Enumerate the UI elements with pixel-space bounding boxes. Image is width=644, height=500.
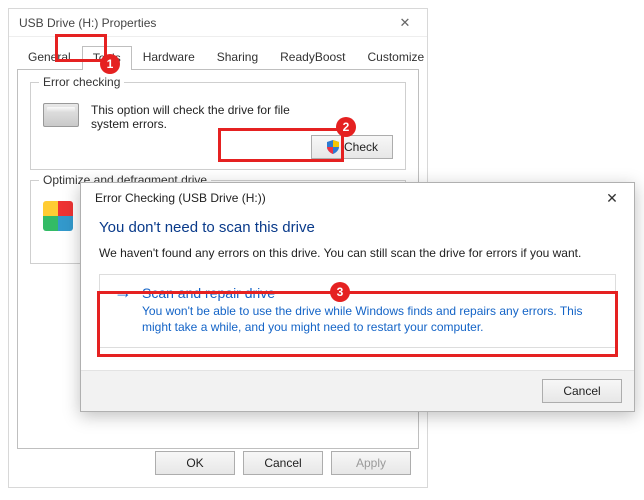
close-button[interactable]: ✕ [389, 11, 421, 35]
tabs-row: General Tools Hardware Sharing ReadyBoos… [9, 37, 427, 69]
apply-button[interactable]: Apply [331, 451, 411, 475]
window-title: USB Drive (H:) Properties [19, 16, 156, 30]
error-checking-group: Error checking This option will check th… [30, 82, 406, 170]
check-button-label: Check [344, 140, 378, 154]
dialog-heading: You don't need to scan this drive [99, 219, 616, 236]
error-checking-dialog: Error Checking (USB Drive (H:)) ✕ You do… [80, 182, 635, 412]
dialog-titlebar: Error Checking (USB Drive (H:)) ✕ [81, 183, 634, 213]
properties-buttons: OK Cancel Apply [155, 451, 411, 475]
drive-icon [43, 103, 79, 127]
tab-hardware[interactable]: Hardware [132, 45, 206, 69]
defrag-icon [43, 201, 73, 231]
scan-repair-row[interactable]: → Scan and repair drive You won't be abl… [99, 274, 616, 348]
dialog-body: You don't need to scan this drive We hav… [81, 213, 634, 370]
dialog-footer: Cancel [81, 370, 634, 411]
check-button[interactable]: Check [311, 135, 393, 159]
properties-titlebar: USB Drive (H:) Properties ✕ [9, 9, 427, 37]
scan-description: You won't be able to use the drive while… [142, 303, 603, 335]
dialog-title: Error Checking (USB Drive (H:)) [95, 191, 266, 205]
scan-texts: Scan and repair drive You won't be able … [142, 285, 603, 335]
tab-readyboost[interactable]: ReadyBoost [269, 45, 356, 69]
error-checking-description: This option will check the drive for fil… [91, 103, 291, 131]
scan-title: Scan and repair drive [142, 285, 603, 301]
ok-button[interactable]: OK [155, 451, 235, 475]
dialog-cancel-button[interactable]: Cancel [542, 379, 622, 403]
shield-icon [326, 140, 340, 154]
tab-tools[interactable]: Tools [82, 46, 132, 70]
error-checking-title: Error checking [39, 75, 124, 89]
tab-customize[interactable]: Customize [357, 45, 436, 69]
tab-general[interactable]: General [17, 45, 82, 69]
cancel-button[interactable]: Cancel [243, 451, 323, 475]
arrow-right-icon: → [114, 285, 132, 299]
dialog-subtext: We haven't found any errors on this driv… [99, 246, 616, 260]
tab-sharing[interactable]: Sharing [206, 45, 269, 69]
dialog-close-button[interactable]: ✕ [594, 184, 630, 213]
